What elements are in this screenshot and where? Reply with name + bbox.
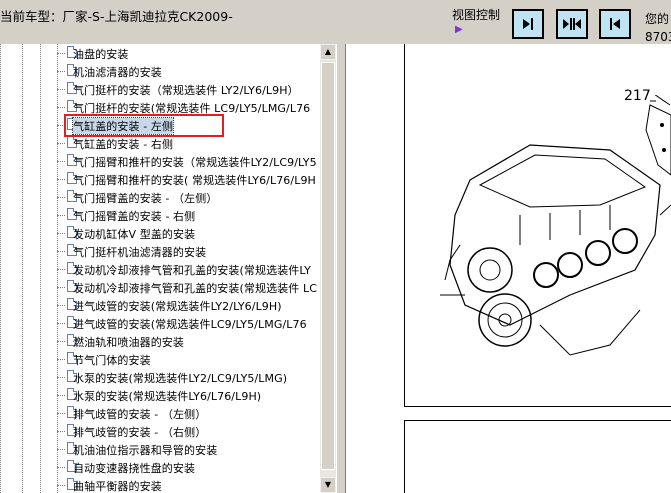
tree-guide-line — [22, 44, 24, 493]
tree-item[interactable]: 气门挺杆机油滤清器的安装 — [57, 242, 320, 260]
tree-item-label: 油盘的安装 — [73, 48, 129, 61]
tree-connector — [57, 485, 65, 486]
tree-item-label: 机油油位指示器和导管的安装 — [73, 444, 218, 457]
tree-connector — [57, 107, 65, 108]
tree-connector — [57, 305, 65, 306]
tree-connector — [57, 143, 65, 144]
tree-item-label: 气门挺杆机油滤清器的安装 — [73, 246, 207, 259]
tree-item[interactable]: 节气门体的安装 — [57, 350, 320, 368]
tree-item-label: 进气歧管的安装(常规选装件LY2/LY6/L9H) — [73, 300, 282, 313]
tree-item-label: 燃油轨和喷油器的安装 — [73, 336, 184, 349]
tree-item-label: 进气歧管的安装(常规选装件LC9/LY5/LMG/L76 — [73, 318, 307, 331]
tree-item[interactable]: 曲轴平衡器的安装 — [57, 476, 320, 493]
selection-highlight-box — [64, 114, 224, 137]
engine-illustration — [440, 95, 671, 356]
procedure-tree: 油盘的安装机油滤清器的安装气门挺杆的安装（常规选装件 LY2/LY6/L9H） 气… — [0, 44, 320, 493]
tree-connector — [57, 341, 65, 342]
tree-item[interactable]: 自动变速器挠性盘的安装 — [57, 458, 320, 476]
tree-connector — [57, 287, 65, 288]
corner-info: 您的 8703 — [645, 10, 671, 46]
tree-item-label: 气缸盖的安装 - 右侧 — [73, 138, 174, 151]
tree-item-label: 水泵的安装(常规选装件LY2/LC9/LY5/LMG) — [73, 372, 288, 385]
tree-item[interactable]: 发动机缸体V 型盖的安装 — [57, 224, 320, 242]
tree-item-label: 气门摇臂和推杆的安装（常规选装件LY2/LC9/LY5 — [73, 156, 317, 169]
tree-connector — [57, 449, 65, 450]
tree-connector — [57, 251, 65, 252]
tree-connector — [57, 413, 65, 414]
arrow-right-bar-icon — [523, 18, 533, 30]
tree-item-label: 气门挺杆的安装（常规选装件 LY2/LY6/L9H） — [73, 84, 299, 97]
tree-item-label: 机油滤清器的安装 — [73, 66, 162, 79]
tree-item-label: 发动机缸体V 型盖的安装 — [73, 228, 196, 241]
tree-item[interactable]: 发动机冷却液排气管和孔盖的安装(常规选装件LY — [57, 260, 320, 278]
tree-item-label: 曲轴平衡器的安装 — [73, 480, 162, 493]
tree-item-label: 自动变速器挠性盘的安装 — [73, 462, 196, 475]
tree-item[interactable]: 水泵的安装(常规选装件LY2/LC9/LY5/LMG) — [57, 368, 320, 386]
tree-connector — [57, 161, 65, 162]
expand-left-button[interactable] — [599, 9, 631, 39]
tree-item[interactable]: 排气歧管的安装 - （左侧） — [57, 404, 320, 422]
split-view-button[interactable] — [556, 9, 588, 39]
scroll-thumb[interactable] — [321, 62, 335, 470]
tree-connector — [57, 395, 65, 396]
tree-item[interactable]: 水泵的安装(常规选装件LY6/L76/L9H) — [57, 386, 320, 404]
tree-connector — [57, 269, 65, 270]
tree-connector — [57, 467, 65, 468]
tree-connector — [57, 359, 65, 360]
view-control-arrow-icon: ▶ — [455, 24, 463, 35]
tree-item-label: 气门摇臂盖的安装 - 右侧 — [73, 210, 196, 223]
tree-guide-line — [0, 44, 2, 493]
tree-connector — [57, 377, 65, 378]
scroll-down-button[interactable]: ▼ — [320, 477, 336, 493]
tree-item[interactable]: 气门摇臂和推杆的安装（常规选装件LY2/LC9/LY5 — [57, 152, 320, 170]
tree-connector — [57, 89, 65, 90]
tree-item[interactable]: 机油滤清器的安装 — [57, 62, 320, 80]
tree-connector — [57, 71, 65, 72]
tree-item-label: 气门摇臂盖的安装 - （左侧） — [73, 192, 218, 205]
tree-connector — [57, 215, 65, 216]
tree-item-label: 节气门体的安装 — [73, 354, 151, 367]
tree-connector — [57, 323, 65, 324]
tree-item[interactable]: 气门摇臂和推杆的安装( 常规选装件LY6/L76/L9H — [57, 170, 320, 188]
tree-connector — [57, 53, 65, 54]
tree-item[interactable]: 燃油轨和喷油器的安装 — [57, 332, 320, 350]
tree-item[interactable]: 油盘的安装 — [57, 44, 320, 62]
tree-item[interactable]: 气门摇臂盖的安装 - （左侧） — [57, 188, 320, 206]
split-arrows-icon — [563, 18, 581, 30]
tree-guide-line — [40, 44, 42, 493]
view-control-label: 视图控制 — [452, 8, 501, 22]
tree-connector — [57, 233, 65, 234]
tree-item-label: 气门摇臂和推杆的安装( 常规选装件LY6/L76/L9H — [73, 174, 316, 187]
top-bar: 当前车型：厂家-S-上海凯迪拉克CK2009- 视图控制 ▶ 您的 8703 — [0, 0, 671, 44]
tree-connector — [57, 179, 65, 180]
tree-item-label: 排气歧管的安装 - （左侧） — [73, 408, 207, 421]
expand-right-button[interactable] — [512, 9, 544, 39]
tree-item[interactable]: 机油油位指示器和导管的安装 — [57, 440, 320, 458]
tree-item[interactable]: 气门摇臂盖的安装 - 右侧 — [57, 206, 320, 224]
tree-item[interactable]: 进气歧管的安装(常规选装件LC9/LY5/LMG/L76 — [57, 314, 320, 332]
tree-item[interactable]: 进气歧管的安装(常规选装件LY2/LY6/L9H) — [57, 296, 320, 314]
tree-item-label: 排气歧管的安装 - （右侧） — [73, 426, 207, 439]
tree-item[interactable]: 气门挺杆的安装（常规选装件 LY2/LY6/L9H） — [57, 80, 320, 98]
tree-connector — [57, 197, 65, 198]
current-model-title: 当前车型：厂家-S-上海凯迪拉克CK2009- — [0, 9, 233, 24]
tree-item-label: 发动机冷却液排气管和孔盖的安装(常规选装件LY — [73, 264, 311, 277]
scroll-up-button[interactable]: ▲ — [320, 44, 336, 60]
tree-item[interactable]: 发动机冷却液排气管和孔盖的安装(常规选装件 LC — [57, 278, 320, 296]
corner-text-line1: 您的 — [645, 12, 670, 26]
tree-connector — [57, 431, 65, 432]
tree-item[interactable]: 排气歧管的安装 - （右侧） — [57, 422, 320, 440]
tree-item-label: 水泵的安装(常规选装件LY6/L76/L9H) — [73, 390, 262, 403]
diagram-frame-lower — [404, 420, 671, 493]
arrow-left-bar-icon — [610, 18, 620, 30]
tree-item-label: 发动机冷却液排气管和孔盖的安装(常规选装件 LC — [73, 282, 317, 295]
panel-splitter[interactable] — [336, 44, 346, 493]
